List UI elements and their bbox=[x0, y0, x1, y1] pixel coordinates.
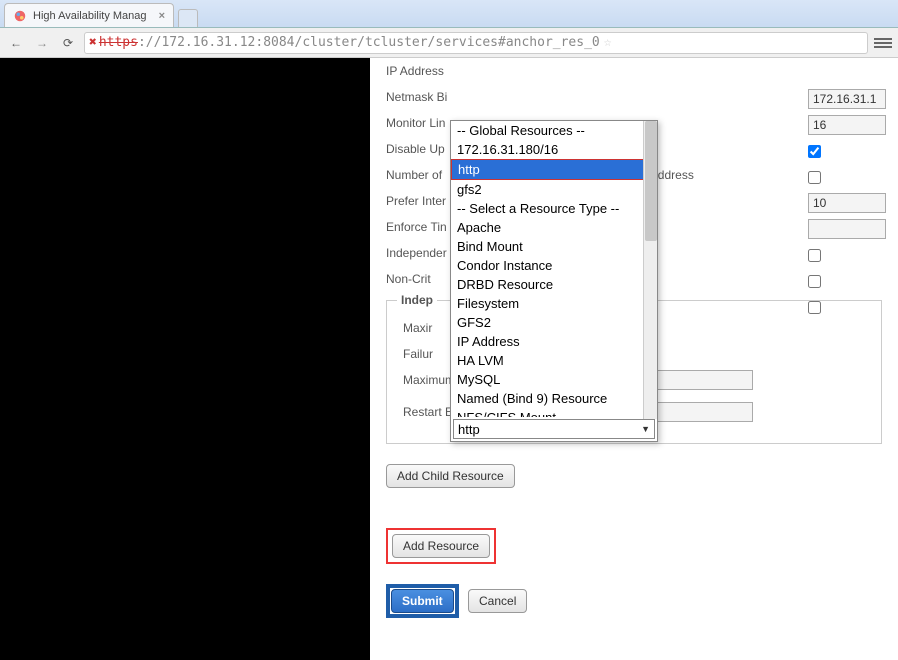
add-child-resource-button[interactable]: Add Child Resource bbox=[386, 464, 515, 488]
resource-type-dropdown[interactable]: -- Global Resources --172.16.31.180/16ht… bbox=[450, 120, 658, 442]
dropdown-option[interactable]: Bind Mount bbox=[451, 237, 657, 256]
dropdown-option[interactable]: NFS/CIFS Mount bbox=[451, 408, 657, 417]
dropdown-option[interactable]: -- Select a Resource Type -- bbox=[451, 199, 657, 218]
submit-highlight: Submit bbox=[386, 584, 459, 618]
dropdown-option[interactable]: Condor Instance bbox=[451, 256, 657, 275]
watermark-logo: 51CTO.com bbox=[759, 610, 890, 636]
reload-button[interactable]: ⟳ bbox=[58, 33, 78, 53]
dropdown-option[interactable]: gfs2 bbox=[451, 180, 657, 199]
dropdown-option[interactable]: IP Address bbox=[451, 332, 657, 351]
dropdown-combo[interactable]: http bbox=[453, 419, 655, 439]
browser-tab[interactable]: High Availability Manag × bbox=[4, 3, 174, 27]
monitor-link-checkbox[interactable] bbox=[808, 145, 821, 158]
dropdown-list[interactable]: -- Global Resources --172.16.31.180/16ht… bbox=[451, 121, 657, 417]
add-resource-button[interactable]: Add Resource bbox=[392, 534, 490, 558]
watermark: 51CTO.com 技术博客 Blog bbox=[759, 610, 890, 652]
dropdown-option[interactable]: GFS2 bbox=[451, 313, 657, 332]
dropdown-option[interactable]: Apache bbox=[451, 218, 657, 237]
number-input[interactable] bbox=[808, 193, 886, 213]
dropdown-option[interactable]: DRBD Resource bbox=[451, 275, 657, 294]
independent-checkbox[interactable] bbox=[808, 275, 821, 288]
dropdown-option[interactable]: MySQL bbox=[451, 370, 657, 389]
ssl-warning-icon: ✖ bbox=[89, 35, 97, 50]
dropdown-option[interactable]: HA LVM bbox=[451, 351, 657, 370]
left-black-panel bbox=[0, 58, 370, 660]
prefer-interface-input[interactable] bbox=[808, 219, 886, 239]
right-value-column bbox=[808, 58, 898, 320]
url-path: ://172.16.31.12:8084/cluster/tcluster/se… bbox=[138, 35, 600, 50]
new-tab-button[interactable] bbox=[178, 9, 198, 27]
bookmark-star-icon[interactable]: ☆ bbox=[604, 35, 612, 50]
browser-toolbar: ← → ⟳ ✖ https ://172.16.31.12:8084/clust… bbox=[0, 28, 898, 58]
back-button[interactable]: ← bbox=[6, 33, 26, 53]
cancel-button[interactable]: Cancel bbox=[468, 589, 527, 613]
url-bar[interactable]: ✖ https ://172.16.31.12:8084/cluster/tcl… bbox=[84, 32, 868, 54]
browser-tab-bar: High Availability Manag × bbox=[0, 0, 898, 28]
favicon-icon bbox=[13, 9, 27, 23]
browser-menu-icon[interactable] bbox=[874, 34, 892, 52]
dropdown-option[interactable]: -- Global Resources -- bbox=[451, 121, 657, 140]
non-critical-checkbox[interactable] bbox=[808, 301, 821, 314]
dropdown-option[interactable]: http bbox=[451, 159, 657, 180]
watermark-subtitle: 技术博客 Blog bbox=[759, 636, 890, 652]
enforce-checkbox[interactable] bbox=[808, 249, 821, 262]
dropdown-scrollbar[interactable] bbox=[643, 121, 657, 419]
dropdown-option[interactable]: Named (Bind 9) Resource bbox=[451, 389, 657, 408]
tab-title: High Availability Manag bbox=[33, 10, 147, 22]
dropdown-option[interactable]: 172.16.31.180/16 bbox=[451, 140, 657, 159]
page: IP Address Netmask Bi Monitor Lin Disabl… bbox=[0, 58, 898, 660]
tab-close-icon[interactable]: × bbox=[159, 10, 165, 22]
submit-button[interactable]: Submit bbox=[391, 589, 454, 613]
dropdown-option[interactable]: Filesystem bbox=[451, 294, 657, 313]
forward-button: → bbox=[32, 33, 52, 53]
netmask-label: Netmask Bi bbox=[386, 90, 586, 104]
subtree-legend: Indep bbox=[397, 293, 437, 307]
dropdown-scroll-thumb[interactable] bbox=[645, 121, 657, 241]
dropdown-combo-value: http bbox=[458, 422, 480, 437]
ip-address-input[interactable] bbox=[808, 89, 886, 109]
disable-updates-checkbox[interactable] bbox=[808, 171, 821, 184]
add-resource-highlight: Add Resource bbox=[386, 528, 496, 564]
ip-address-label: IP Address bbox=[386, 64, 586, 78]
netmask-input[interactable] bbox=[808, 115, 886, 135]
url-protocol-struck: https bbox=[99, 35, 138, 50]
